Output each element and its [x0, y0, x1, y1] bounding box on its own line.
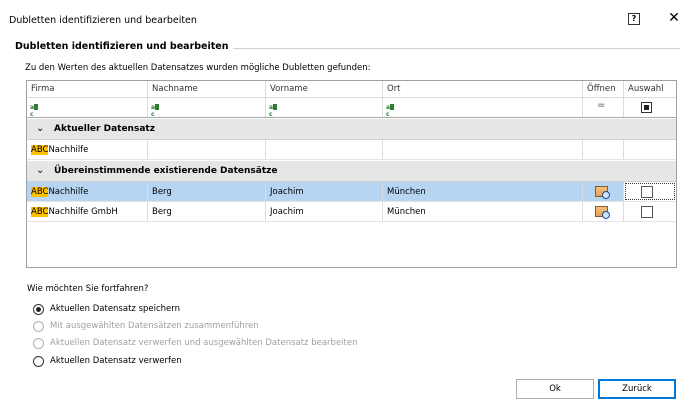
filter-vorname[interactable]: ac [266, 98, 383, 118]
group-row-current[interactable]: ⌄ Aktueller Datensatz [27, 119, 676, 140]
cell-firma: Nachhilfe GmbH [48, 207, 118, 217]
chevron-down-icon[interactable]: ⌄ [36, 165, 44, 176]
filter-checkbox[interactable] [641, 102, 652, 113]
select-checkbox[interactable] [641, 206, 653, 218]
column-header-auswahl[interactable]: Auswahl [624, 81, 676, 97]
text-filter-icon: ac [269, 104, 279, 118]
cell-nachname: Berg [152, 207, 172, 217]
cell-firma: Nachhilfe [48, 187, 89, 197]
table-row[interactable]: ABCNachhilfe Berg Joachim München [27, 182, 676, 202]
radio-button [33, 338, 44, 349]
grid-header: Firma Nachname Vorname Ort Öffnen Auswah… [27, 81, 676, 98]
group-row-matches[interactable]: ⌄ Übereinstimmende existierende Datensät… [27, 161, 676, 182]
group-label-current: Aktueller Datensatz [54, 124, 155, 134]
highlight-match: ABC [31, 145, 49, 155]
cell-ort: München [387, 207, 426, 217]
column-header-oeffnen[interactable]: Öffnen [583, 81, 624, 97]
text-filter-icon: ac [386, 104, 396, 118]
equals-icon: = [597, 100, 606, 111]
group-label-matches: Übereinstimmende existierende Datensätze [54, 166, 278, 176]
highlight-match: ABC [31, 187, 49, 197]
cell-vorname: Joachim [270, 187, 304, 197]
help-icon[interactable]: ? [628, 13, 640, 25]
column-header-ort[interactable]: Ort [383, 81, 583, 97]
table-row[interactable]: ABCNachhilfe GmbH Berg Joachim München [27, 202, 676, 222]
cell-vorname: Joachim [270, 207, 304, 217]
option-label: Aktuellen Datensatz speichern [50, 304, 181, 314]
column-header-nachname[interactable]: Nachname [148, 81, 266, 97]
chevron-down-icon[interactable]: ⌄ [36, 123, 44, 134]
group-title: Dubletten identifizieren und bearbeiten [15, 41, 233, 52]
option-label: Aktuellen Datensatz verwerfen und ausgew… [50, 338, 358, 348]
window-title: Dubletten identifizieren und bearbeiten [9, 15, 197, 26]
cell-ort: München [387, 187, 426, 197]
filter-nachname[interactable]: ac [148, 98, 266, 118]
radio-button[interactable] [33, 356, 44, 367]
radio-button [33, 321, 44, 332]
options-question: Wie möchten Sie fortfahren? [27, 284, 149, 294]
title-bar: Dubletten identifizieren und bearbeiten … [0, 0, 686, 40]
filter-firma[interactable]: ac [27, 98, 148, 118]
duplicates-grid: Firma Nachname Vorname Ort Öffnen Auswah… [26, 80, 677, 268]
column-header-vorname[interactable]: Vorname [266, 81, 383, 97]
column-header-firma[interactable]: Firma [27, 81, 148, 97]
option-label: Mit ausgewählten Datensätzen zusammenfüh… [50, 321, 259, 331]
close-icon[interactable]: ✕ [666, 10, 682, 26]
text-filter-icon: ac [30, 104, 40, 118]
open-record-icon[interactable] [595, 186, 610, 199]
open-record-icon[interactable] [595, 206, 610, 219]
filter-oeffnen[interactable]: = [583, 98, 624, 117]
filter-row: ac ac ac ac = [27, 98, 676, 118]
select-checkbox[interactable] [641, 186, 653, 198]
highlight-match: ABC [31, 207, 49, 217]
radio-button[interactable] [33, 304, 44, 315]
cell-firma: Nachhilfe [48, 145, 89, 155]
filter-auswahl[interactable] [624, 98, 676, 117]
text-filter-icon: ac [151, 104, 161, 118]
table-row-current[interactable]: ABCNachhilfe [27, 140, 676, 160]
intro-text: Zu den Werten des aktuellen Datensatzes … [25, 63, 371, 73]
cell-nachname: Berg [152, 187, 172, 197]
back-button[interactable]: Zurück [598, 379, 676, 399]
option-label: Aktuellen Datensatz verwerfen [50, 356, 182, 366]
ok-button[interactable]: Ok [516, 379, 594, 399]
filter-ort[interactable]: ac [383, 98, 583, 118]
